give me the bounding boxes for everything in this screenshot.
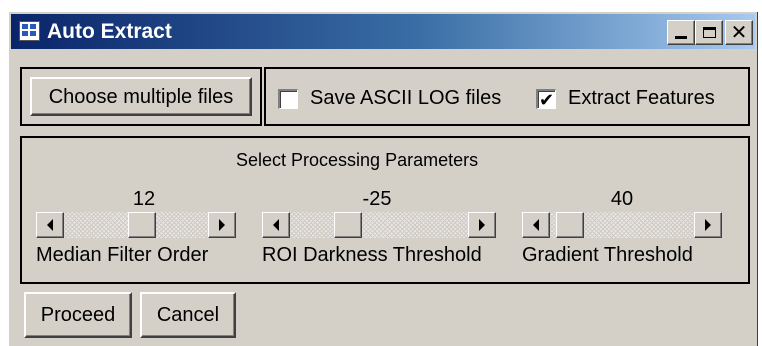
choose-multiple-files-label: Choose multiple files xyxy=(48,85,234,108)
gradient-threshold-right-button[interactable] xyxy=(694,212,722,238)
roi-darkness-threshold-left-button[interactable] xyxy=(262,212,290,238)
arrow-left-icon xyxy=(533,219,539,231)
gradient-threshold-value: 40 xyxy=(610,188,634,210)
roi-darkness-threshold-scrollbar[interactable] xyxy=(262,212,496,238)
options-group: Save ASCII LOG files ✔ Extract Features xyxy=(264,67,750,126)
save-ascii-log-label[interactable]: Save ASCII LOG files xyxy=(310,87,501,109)
maximize-button[interactable] xyxy=(695,20,723,45)
processing-parameters-title: Select Processing Parameters xyxy=(236,150,479,170)
proceed-button[interactable]: Proceed xyxy=(24,292,132,338)
cancel-button[interactable]: Cancel xyxy=(140,292,236,338)
roi-darkness-threshold-label: ROI Darkness Threshold xyxy=(262,244,482,266)
roi-darkness-threshold-value: -25 xyxy=(362,188,392,210)
arrow-right-icon xyxy=(705,219,711,231)
arrow-right-icon xyxy=(479,219,485,231)
arrow-left-icon xyxy=(47,219,53,231)
cancel-label: Cancel xyxy=(156,304,220,326)
gradient-threshold-scrollbar[interactable] xyxy=(522,212,722,238)
roi-darkness-threshold-thumb[interactable] xyxy=(334,212,362,238)
checkmark-icon: ✔ xyxy=(538,89,555,110)
roi-darkness-threshold-right-button[interactable] xyxy=(468,212,496,238)
extract-features-checkbox[interactable]: ✔ xyxy=(536,89,556,109)
close-button[interactable]: ✕ xyxy=(725,20,753,45)
median-filter-order-label: Median Filter Order xyxy=(36,244,209,266)
arrow-right-icon xyxy=(219,219,225,231)
processing-parameters-group: Select Processing Parameters 12 Median F… xyxy=(20,136,750,284)
median-filter-order-scrollbar[interactable] xyxy=(36,212,236,238)
gradient-threshold-left-button[interactable] xyxy=(522,212,550,238)
extract-features-label[interactable]: Extract Features xyxy=(568,87,715,109)
maximize-icon xyxy=(702,27,716,38)
choose-multiple-files-button[interactable]: Choose multiple files xyxy=(30,77,252,116)
close-icon: ✕ xyxy=(730,21,748,44)
median-filter-order-thumb[interactable] xyxy=(128,212,156,238)
minimize-button[interactable] xyxy=(667,20,695,45)
minimize-icon xyxy=(675,36,687,39)
median-filter-order-left-button[interactable] xyxy=(36,212,64,238)
auto-extract-window: Auto Extract ✕ Choose multiple files Sav… xyxy=(8,11,758,346)
app-window-icon[interactable] xyxy=(19,21,40,41)
title-bar[interactable]: Auto Extract ✕ xyxy=(11,14,755,49)
median-filter-order-value: 12 xyxy=(132,188,156,210)
gradient-threshold-thumb[interactable] xyxy=(556,212,584,238)
window-title: Auto Extract xyxy=(47,20,172,43)
gradient-threshold-label: Gradient Threshold xyxy=(522,244,693,266)
save-ascii-log-checkbox[interactable] xyxy=(278,89,298,109)
median-filter-order-right-button[interactable] xyxy=(208,212,236,238)
arrow-left-icon xyxy=(273,219,279,231)
file-chooser-group: Choose multiple files xyxy=(20,67,262,126)
proceed-label: Proceed xyxy=(40,304,116,326)
